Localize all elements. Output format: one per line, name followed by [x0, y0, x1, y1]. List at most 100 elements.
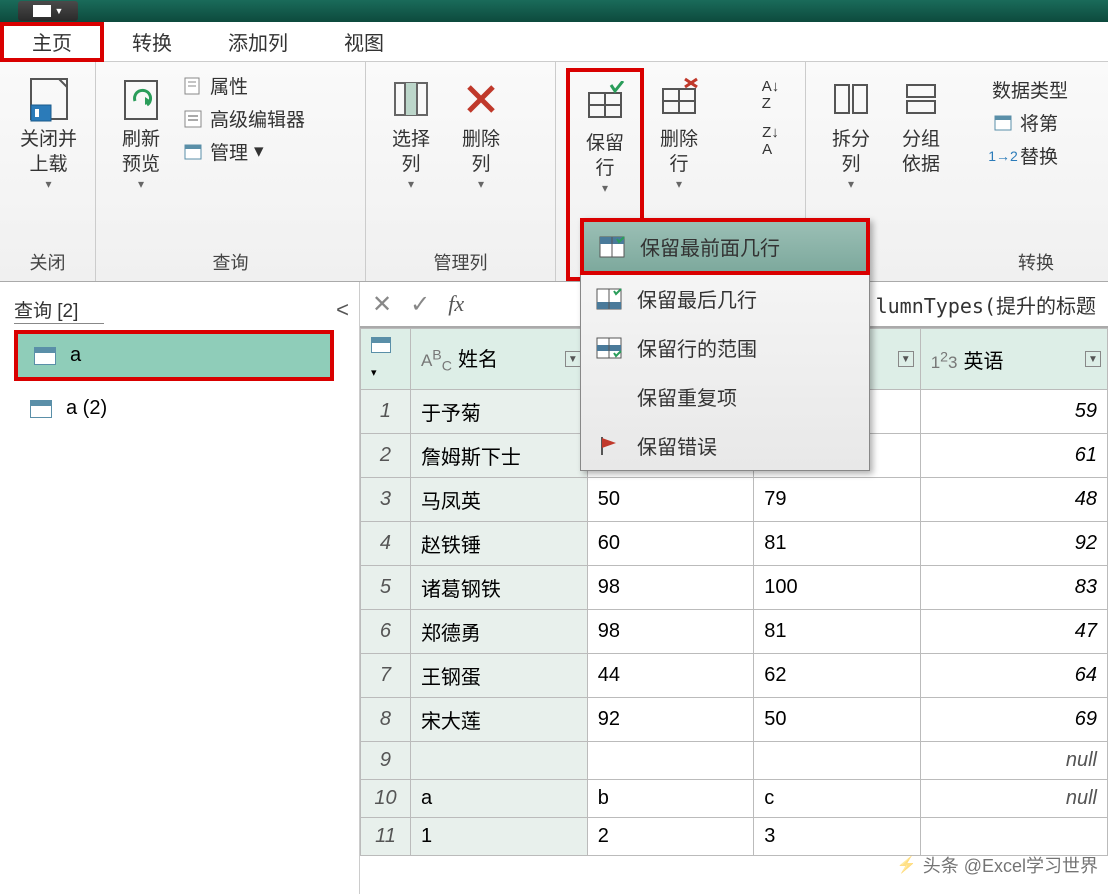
cell-c1[interactable]: 2: [587, 818, 753, 856]
cell-c2[interactable]: 100: [754, 566, 920, 610]
manage-button[interactable]: 管理 ▾: [182, 138, 305, 165]
cell-c2[interactable]: 50: [754, 698, 920, 742]
table-row[interactable]: 11123: [361, 818, 1108, 856]
filter-icon[interactable]: ▼: [898, 351, 914, 367]
column-header-english[interactable]: 123英语▼: [920, 329, 1107, 390]
cell-c1[interactable]: b: [587, 780, 753, 818]
first-row-button[interactable]: 将第: [992, 109, 1080, 136]
bolt-icon: ⚡: [897, 855, 917, 875]
cell-c2[interactable]: 79: [754, 478, 920, 522]
advanced-editor-button[interactable]: 高级编辑器: [182, 105, 305, 132]
cell-english[interactable]: 47: [920, 610, 1107, 654]
filter-icon[interactable]: ▼: [565, 351, 581, 367]
cell-name[interactable]: 1: [410, 818, 587, 856]
cell-english[interactable]: [920, 818, 1107, 856]
document-icon: [33, 5, 51, 17]
table-row[interactable]: 5诸葛钢铁9810083: [361, 566, 1108, 610]
cell-english[interactable]: 92: [920, 522, 1107, 566]
cell-c2[interactable]: 81: [754, 522, 920, 566]
keep-top-rows-item[interactable]: 保留最前面几行: [580, 218, 870, 275]
sort-desc-button[interactable]: Z↓A: [746, 124, 795, 158]
cell-c2[interactable]: 62: [754, 654, 920, 698]
keep-duplicates-item[interactable]: 保留重复项: [581, 372, 869, 421]
row-number: 7: [361, 654, 411, 698]
cell-english[interactable]: 61: [920, 434, 1107, 478]
cell-english[interactable]: 48: [920, 478, 1107, 522]
cell-name[interactable]: 王钢蛋: [410, 654, 587, 698]
cell-c1[interactable]: 98: [587, 566, 753, 610]
query-item-a[interactable]: a: [14, 330, 334, 381]
accept-formula-button[interactable]: ✓: [410, 290, 430, 319]
data-type-button[interactable]: 数据类型: [992, 76, 1080, 103]
cell-name[interactable]: 郑德勇: [410, 610, 587, 654]
cell-c2[interactable]: [754, 742, 920, 780]
cell-english[interactable]: 59: [920, 390, 1107, 434]
cell-name[interactable]: 詹姆斯下士: [410, 434, 587, 478]
cell-english[interactable]: null: [920, 780, 1107, 818]
number-type-icon: 123: [931, 353, 958, 372]
quick-access-button[interactable]: ▼: [18, 1, 78, 21]
close-load-label: 关闭并 上载: [20, 128, 77, 177]
ribbon-group-columns: 选择 列 ▾ 删除 列 ▾ 管理列: [366, 62, 556, 281]
keep-errors-item[interactable]: 保留错误: [581, 421, 869, 470]
cell-c1[interactable]: 60: [587, 522, 753, 566]
row-number: 5: [361, 566, 411, 610]
properties-icon: [182, 75, 204, 97]
table-row[interactable]: 8宋大莲925069: [361, 698, 1108, 742]
table-header-icon: [992, 112, 1014, 134]
cell-c2[interactable]: 81: [754, 610, 920, 654]
collapse-icon[interactable]: <: [336, 297, 349, 323]
tab-view[interactable]: 视图: [316, 22, 412, 62]
refresh-label: 刷新 预览: [122, 128, 160, 177]
cell-english[interactable]: 64: [920, 654, 1107, 698]
table-row[interactable]: 3马凤英507948: [361, 478, 1108, 522]
save-close-icon: [24, 74, 74, 124]
cell-c1[interactable]: 98: [587, 610, 753, 654]
cell-english[interactable]: 83: [920, 566, 1107, 610]
column-header-name[interactable]: ABC姓名▼: [410, 329, 587, 390]
cell-c2[interactable]: 3: [754, 818, 920, 856]
remove-rows-icon: [654, 74, 704, 124]
group-by-button[interactable]: 分组 依据: [886, 68, 956, 281]
cell-name[interactable]: [410, 742, 587, 780]
cell-name[interactable]: 赵铁锤: [410, 522, 587, 566]
table-row[interactable]: 4赵铁锤608192: [361, 522, 1108, 566]
cell-name[interactable]: 诸葛钢铁: [410, 566, 587, 610]
keep-bottom-rows-item[interactable]: 保留最后几行: [581, 274, 869, 323]
cell-c1[interactable]: 44: [587, 654, 753, 698]
cancel-formula-button[interactable]: ✕: [372, 290, 392, 319]
keep-rows-label: 保留 行: [586, 132, 624, 181]
cell-c1[interactable]: 92: [587, 698, 753, 742]
properties-button[interactable]: 属性: [182, 72, 305, 99]
tab-transform[interactable]: 转换: [104, 22, 200, 62]
grid-corner[interactable]: ▾: [361, 329, 411, 390]
sort-asc-button[interactable]: A↓Z: [746, 78, 795, 112]
cell-english[interactable]: 69: [920, 698, 1107, 742]
cell-c1[interactable]: [587, 742, 753, 780]
replace-button[interactable]: 1→2 替换: [992, 142, 1080, 169]
ribbon-group-close: 关闭并 上载 ▾ 关闭: [0, 62, 96, 281]
table-row[interactable]: 7王钢蛋446264: [361, 654, 1108, 698]
table-row[interactable]: 10abcnull: [361, 780, 1108, 818]
refresh-icon: [116, 74, 166, 124]
manage-label: 管理: [210, 138, 248, 165]
keep-top-icon: [598, 235, 626, 259]
cell-english[interactable]: null: [920, 742, 1107, 780]
cell-c2[interactable]: c: [754, 780, 920, 818]
cell-c1[interactable]: 50: [587, 478, 753, 522]
tab-addcolumn[interactable]: 添加列: [200, 22, 316, 62]
cell-name[interactable]: a: [410, 780, 587, 818]
cell-name[interactable]: 马凤英: [410, 478, 587, 522]
tab-home[interactable]: 主页: [0, 22, 104, 62]
keep-bottom-icon: [595, 287, 623, 311]
query-item-a2[interactable]: a (2): [14, 387, 359, 430]
chevron-down-icon: ▾: [45, 177, 51, 191]
table-row[interactable]: 9null: [361, 742, 1108, 780]
table-row[interactable]: 6郑德勇988147: [361, 610, 1108, 654]
filter-icon[interactable]: ▼: [1085, 351, 1101, 367]
cell-name[interactable]: 于予菊: [410, 390, 587, 434]
cell-name[interactable]: 宋大莲: [410, 698, 587, 742]
fx-icon[interactable]: fx: [448, 291, 464, 317]
keep-range-rows-item[interactable]: 保留行的范围: [581, 323, 869, 372]
formula-text[interactable]: lumnTypes(提升的标题: [876, 290, 1096, 319]
